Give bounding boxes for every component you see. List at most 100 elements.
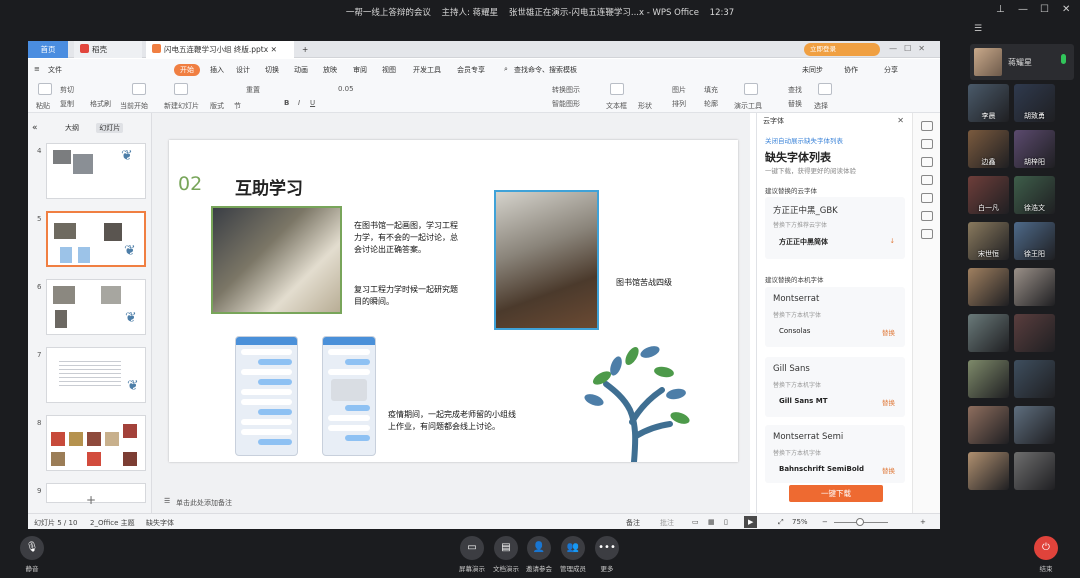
participant-tile[interactable]: 白一凡: [968, 176, 1009, 214]
layout-icon[interactable]: ☰: [974, 24, 982, 34]
picture-button[interactable]: 图片: [672, 85, 686, 95]
sorter-view-icon[interactable]: ▦: [708, 518, 715, 526]
gear-icon[interactable]: [921, 211, 933, 221]
menu-review[interactable]: 审阅: [353, 65, 367, 75]
replace-button[interactable]: 替换: [788, 99, 802, 109]
mute-button[interactable]: 🎙 静音: [14, 536, 50, 573]
comments-toggle[interactable]: 批注: [660, 518, 674, 528]
section-button[interactable]: 节: [234, 101, 241, 111]
more-button[interactable]: ••• 更多: [589, 536, 625, 573]
paste-icon[interactable]: [38, 83, 52, 95]
notes-toggle[interactable]: 备注: [626, 518, 640, 528]
download-font-icon[interactable]: ↓: [890, 237, 895, 245]
zoom-in-icon[interactable]: +: [920, 518, 926, 526]
participant-tile[interactable]: [1014, 268, 1055, 306]
fill-button[interactable]: 填充: [704, 85, 718, 95]
menu-icon[interactable]: ≡: [34, 65, 40, 73]
pin-tool-icon[interactable]: [921, 157, 933, 167]
bold-button[interactable]: B: [284, 99, 289, 107]
menu-devtools[interactable]: 开发工具: [413, 65, 441, 75]
chat-screenshot-2[interactable]: [322, 336, 376, 456]
window-controls[interactable]: —☐✕: [889, 44, 932, 53]
select-button[interactable]: 选择: [814, 101, 828, 111]
sync-status[interactable]: 未同步: [802, 65, 823, 75]
replace-button[interactable]: 替换: [882, 327, 895, 337]
participant-tile[interactable]: [1014, 406, 1055, 444]
slide-thumbnail-5[interactable]: ❦: [46, 211, 146, 267]
panel-close-icon[interactable]: ✕: [897, 116, 904, 125]
host-tile[interactable]: 蒋耀星: [970, 44, 1074, 80]
login-button[interactable]: 立即登录: [804, 43, 880, 56]
participant-tile[interactable]: [968, 406, 1009, 444]
convert-art-button[interactable]: 转换图示: [552, 85, 580, 95]
auto-show-toggle-link[interactable]: 关闭自动展示缺失字体列表: [765, 135, 843, 145]
menu-slideshow[interactable]: 放映: [323, 65, 337, 75]
replace-button[interactable]: 替换: [882, 397, 895, 407]
select-icon[interactable]: [818, 83, 832, 95]
italic-button[interactable]: I: [298, 99, 300, 107]
fit-icon[interactable]: ⤢: [778, 518, 784, 527]
participant-tile[interactable]: [968, 452, 1009, 490]
participant-tile[interactable]: 边鑫: [968, 130, 1009, 168]
paste-button[interactable]: 粘贴: [36, 101, 50, 111]
doc-share-button[interactable]: ▤ 文档演示: [488, 536, 524, 573]
participant-tile[interactable]: 胡梓阳: [1014, 130, 1055, 168]
command-search[interactable]: 查找命令、搜索模板: [514, 65, 577, 75]
participant-tile[interactable]: 李晨: [968, 84, 1009, 122]
font-tool-icon[interactable]: [921, 229, 933, 239]
add-slide-icon[interactable]: +: [86, 493, 96, 507]
minimize-icon[interactable]: —: [1018, 4, 1028, 15]
reset-button[interactable]: 重置: [246, 85, 260, 95]
close-icon[interactable]: ✕: [1062, 4, 1070, 15]
new-slide-button[interactable]: 新建幻灯片: [164, 101, 199, 111]
menu-file[interactable]: 文件: [48, 65, 62, 75]
arrange-button[interactable]: 排列: [672, 99, 686, 109]
replace-button[interactable]: 替换: [882, 465, 895, 475]
slide-thumbnail-8[interactable]: [46, 415, 146, 471]
outline-button[interactable]: 轮廓: [704, 99, 718, 109]
play-slideshow-icon[interactable]: ▶: [744, 516, 758, 528]
new-slide-icon[interactable]: [174, 83, 188, 95]
shape-button[interactable]: 形状: [638, 101, 652, 111]
missing-font-status[interactable]: 缺失字体: [146, 518, 174, 528]
font-size-field[interactable]: 0.05: [338, 85, 354, 93]
slide-thumbnail-4[interactable]: ❦: [46, 143, 146, 199]
slide-caption-right[interactable]: 图书馆苦战四级: [616, 277, 672, 289]
cut-button[interactable]: 剪切: [60, 85, 74, 95]
slide-text-2[interactable]: 复习工程力学时候一起研究题目的瞬间。: [354, 284, 464, 308]
end-meeting-button[interactable]: ⏻ 结束: [1028, 536, 1064, 573]
help-icon[interactable]: [921, 193, 933, 203]
participant-tile[interactable]: [968, 360, 1009, 398]
collab-button[interactable]: 协作: [844, 65, 858, 75]
maximize-icon[interactable]: ☐: [1040, 4, 1049, 15]
layout-button[interactable]: 版式: [210, 101, 224, 111]
participant-tile[interactable]: 胡致勇: [1014, 84, 1055, 122]
participant-tile[interactable]: 徐浩文: [1014, 176, 1055, 214]
download-all-button[interactable]: 一键下载: [789, 485, 883, 502]
smart-art-button[interactable]: 智能图形: [552, 99, 580, 109]
menu-insert[interactable]: 插入: [210, 65, 224, 75]
underline-button[interactable]: U: [310, 99, 315, 107]
zoom-level[interactable]: 75%: [792, 518, 808, 526]
manage-members-button[interactable]: 👥 管理成员: [555, 536, 591, 573]
copy-button[interactable]: 复制: [60, 99, 74, 109]
tab-close-icon[interactable]: ✕: [271, 45, 277, 54]
pin-icon[interactable]: ⊥: [996, 4, 1005, 15]
slide-thumbnail-7[interactable]: ❦: [46, 347, 146, 403]
text-box-button[interactable]: 文本框: [606, 101, 627, 111]
tab-docer[interactable]: 稻壳: [74, 41, 142, 58]
present-tools-button[interactable]: 演示工具: [734, 101, 762, 111]
participant-tile[interactable]: 徐王阳: [1014, 222, 1055, 260]
library-photo-1[interactable]: [211, 206, 342, 314]
menu-member[interactable]: 会员专享: [457, 65, 485, 75]
menu-home[interactable]: 开始: [174, 64, 200, 76]
font-card[interactable]: Gill Sans 替换下方本机字体 Gill Sans MT 替换: [765, 357, 905, 417]
adjust-icon[interactable]: [921, 139, 933, 149]
font-card[interactable]: Montserrat 替换下方本机字体 Consolas 替换: [765, 287, 905, 347]
participant-tile[interactable]: 宋世恒: [968, 222, 1009, 260]
text-box-icon[interactable]: [610, 83, 624, 95]
font-card[interactable]: 方正正中黑_GBK 替换下方推荐云字体 方正正中黑简体 ↓: [765, 197, 905, 259]
start-current-icon[interactable]: [132, 83, 146, 95]
menu-animation[interactable]: 动画: [294, 65, 308, 75]
participant-tile[interactable]: [1014, 314, 1055, 352]
